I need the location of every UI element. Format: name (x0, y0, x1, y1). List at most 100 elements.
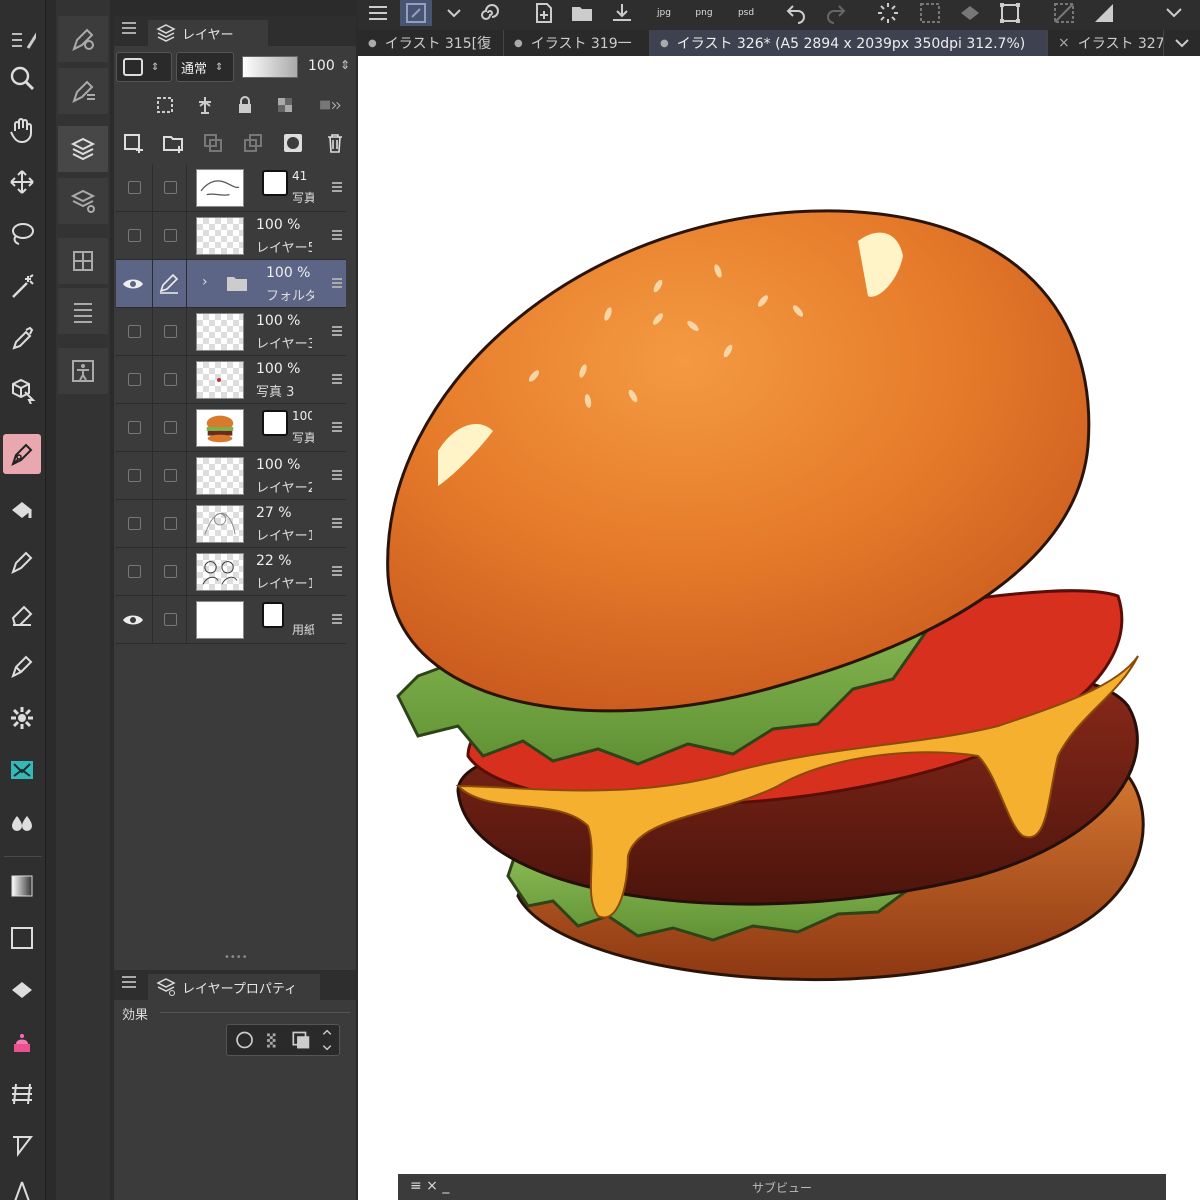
fill-bucket-icon[interactable] (3, 970, 41, 1010)
layer-menu-icon[interactable] (332, 182, 342, 192)
lasso-icon[interactable] (3, 214, 41, 254)
panel-resize-grip[interactable]: •••• (224, 952, 248, 963)
blend-shape-select[interactable]: ⇕ (116, 52, 172, 82)
pen-list-icon[interactable] (58, 68, 108, 114)
edit-target-checkbox[interactable] (164, 565, 177, 578)
pen-edit-icon[interactable] (158, 272, 180, 298)
lock-icon[interactable] (232, 92, 258, 118)
panel-menu-icon[interactable] (122, 22, 136, 34)
canvas[interactable] (358, 56, 1200, 1200)
layer-menu-icon[interactable] (332, 278, 342, 288)
layer-row[interactable]: 100 % 写真 3 (116, 356, 346, 404)
layer-menu-icon[interactable] (332, 422, 342, 432)
visibility-checkbox[interactable] (128, 325, 141, 338)
menu-icon[interactable] (362, 0, 394, 26)
opacity-value[interactable]: 100 (308, 58, 335, 74)
loading-icon[interactable] (872, 0, 904, 26)
export-png-icon[interactable]: png (688, 0, 720, 26)
fill-selection-icon[interactable] (954, 0, 986, 26)
pen-tool-icon[interactable] (3, 434, 41, 474)
layer-row[interactable]: 用紙 (116, 596, 346, 644)
export-psd-icon[interactable]: psd (730, 0, 762, 26)
edit-target-checkbox[interactable] (164, 469, 177, 482)
deselect-icon[interactable] (1048, 0, 1080, 26)
reference-icon[interactable] (192, 92, 218, 118)
tab-layer[interactable]: レイヤー (148, 20, 268, 46)
rectangle-icon[interactable] (3, 918, 41, 958)
sketch-mode-icon[interactable] (400, 0, 432, 26)
layer-menu-icon[interactable] (332, 230, 342, 240)
balloon-icon[interactable] (3, 1126, 41, 1166)
layer-row[interactable]: 27 % レイヤー1 (116, 500, 346, 548)
tab-layer-property[interactable]: レイヤープロパティ (148, 974, 320, 1000)
edit-target-checkbox[interactable] (164, 181, 177, 194)
eyedropper-icon[interactable] (3, 318, 41, 358)
visibility-checkbox[interactable] (128, 565, 141, 578)
visibility-checkbox[interactable] (128, 421, 141, 434)
magic-wand-icon[interactable] (3, 266, 41, 306)
export-jpg-icon[interactable]: jpg (648, 0, 680, 26)
edit-target-checkbox[interactable] (164, 373, 177, 386)
chevron-down-icon[interactable] (1158, 0, 1190, 26)
transform-icon[interactable] (994, 0, 1026, 26)
eye-icon[interactable] (122, 610, 144, 630)
text-icon[interactable] (3, 1172, 41, 1200)
chevron-down-icon[interactable] (438, 0, 470, 26)
tab-document[interactable]: ● イラスト 319一 (504, 30, 650, 56)
layer-menu-icon[interactable] (332, 518, 342, 528)
panel-menu-icon[interactable] (122, 976, 136, 988)
3d-pose-icon[interactable] (58, 348, 108, 394)
eraser-icon[interactable] (3, 594, 41, 634)
layer-property-icon[interactable] (58, 178, 108, 224)
layer-menu-icon[interactable] (332, 614, 342, 624)
edit-target-checkbox[interactable] (164, 229, 177, 242)
hand-icon[interactable] (3, 110, 41, 150)
tab-menu-button[interactable] (1164, 30, 1200, 56)
clip-icon[interactable] (152, 92, 178, 118)
ruler-tool-icon[interactable] (3, 750, 41, 790)
gradient-icon[interactable] (3, 866, 41, 906)
visibility-checkbox[interactable] (128, 229, 141, 242)
redo-icon[interactable] (820, 0, 852, 26)
selection-icon[interactable] (914, 0, 946, 26)
pen-settings-icon[interactable] (58, 16, 108, 62)
layer-panel-toggle-icon[interactable] (58, 126, 108, 172)
invert-selection-icon[interactable] (1088, 0, 1120, 26)
effect-selector[interactable] (226, 1024, 340, 1056)
edit-target-checkbox[interactable] (164, 517, 177, 530)
chevron-right-icon[interactable]: › (202, 274, 208, 290)
visibility-checkbox[interactable] (128, 373, 141, 386)
history-icon[interactable] (58, 288, 108, 334)
zoom-icon[interactable] (3, 58, 41, 98)
decoration-icon[interactable] (3, 646, 41, 686)
mask-toggle-icon[interactable] (310, 92, 350, 118)
close-icon[interactable]: × (1058, 35, 1070, 51)
layer-row[interactable]: 41 写真 (116, 164, 346, 212)
menu-icon[interactable] (3, 20, 41, 60)
duplicate-layer-icon[interactable] (200, 130, 226, 156)
blend-tool-icon[interactable] (3, 698, 41, 738)
new-folder-icon[interactable] (160, 130, 186, 156)
layer-menu-icon[interactable] (332, 326, 342, 336)
layer-row[interactable]: 100 % レイヤー3 (116, 308, 346, 356)
new-raster-layer-icon[interactable] (120, 130, 146, 156)
delete-layer-icon[interactable] (322, 130, 348, 156)
3d-object-icon[interactable] (3, 370, 41, 410)
navigator-icon[interactable] (58, 238, 108, 284)
visibility-checkbox[interactable] (128, 469, 141, 482)
opacity-slider[interactable] (242, 56, 298, 78)
layer-row[interactable]: 22 % レイヤー1 (116, 548, 346, 596)
spiral-icon[interactable] (472, 0, 504, 26)
edit-target-checkbox[interactable] (164, 325, 177, 338)
layer-row[interactable]: 100 % レイヤー2 (116, 452, 346, 500)
opacity-stepper-icon[interactable]: ⇕ (340, 58, 350, 72)
fill-icon[interactable] (3, 490, 41, 530)
water-drops-icon[interactable] (3, 802, 41, 842)
edit-target-checkbox[interactable] (164, 613, 177, 626)
lock-transparent-icon[interactable] (272, 92, 298, 118)
move-icon[interactable] (3, 162, 41, 202)
merge-layer-icon[interactable] (240, 130, 266, 156)
undo-icon[interactable] (780, 0, 812, 26)
open-folder-icon[interactable] (566, 0, 598, 26)
layer-menu-icon[interactable] (332, 374, 342, 384)
